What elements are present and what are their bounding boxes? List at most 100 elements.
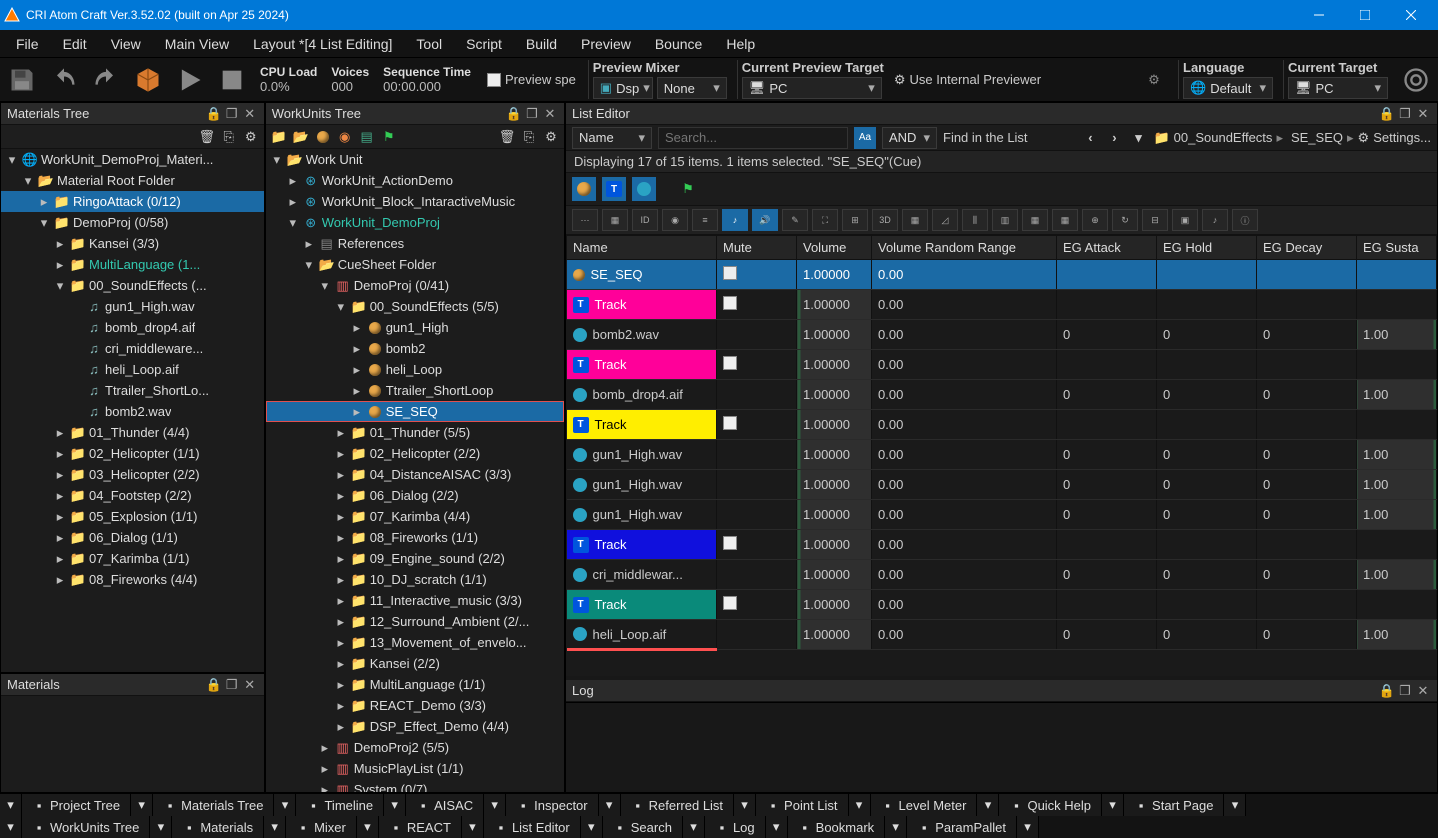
menu-item[interactable]: Preview [569,32,643,56]
tree-row[interactable]: ▸bomb2 [266,338,564,359]
dsp-dropdown[interactable]: ▣Dsp▾ [593,77,653,99]
tab-dropdown[interactable]: ▾ [599,794,621,816]
tree-twisty-icon[interactable]: ▸ [53,551,67,567]
cue-icon[interactable] [314,128,332,146]
mute-checkbox[interactable] [723,266,737,280]
tab-dropdown[interactable]: ▾ [977,794,999,816]
tree-row[interactable]: ▸📁DSP_Effect_Demo (4/4) [266,716,564,737]
tree-twisty-icon[interactable]: ▾ [53,278,67,294]
folder-open-icon[interactable]: 📂 [292,128,310,146]
mute-checkbox[interactable] [723,296,737,310]
tree-row[interactable]: ▾📁DemoProj (0/58) [1,212,264,233]
close-button[interactable] [1388,0,1434,30]
col-btn[interactable]: ✎ [782,209,808,231]
tree-row[interactable]: ▾▥DemoProj (0/41) [266,275,564,296]
copy-icon[interactable]: ⎘ [520,128,538,146]
bottom-tab[interactable]: ▪WorkUnits Tree [22,816,150,838]
table-row[interactable]: gun1_High.wav1.000000.000001.00 [567,500,1437,530]
minimize-button[interactable] [1296,0,1342,30]
close-panel-icon[interactable]: ✕ [242,106,258,122]
tree-twisty-icon[interactable]: ▸ [334,551,348,567]
search-input[interactable] [658,127,848,149]
col-btn[interactable]: ▦ [602,209,628,231]
tree-twisty-icon[interactable]: ▸ [334,488,348,504]
tree-row[interactable]: ♫gun1_High.wav [1,296,264,317]
tree-row[interactable]: ▸⊛WorkUnit_ActionDemo [266,170,564,191]
column-header[interactable]: Volume [797,236,872,260]
tree-row[interactable]: ♫heli_Loop.aif [1,359,264,380]
trash-icon[interactable]: 🗑 [498,128,516,146]
tree-row[interactable]: ▾📂Material Root Folder [1,170,264,191]
window-icon[interactable]: ❐ [1397,106,1413,122]
mute-checkbox[interactable] [723,416,737,430]
list-editor-grid[interactable]: NameMuteVolumeVolume Random RangeEG Atta… [566,235,1437,651]
table-row[interactable]: SE_SEQ1.000000.00 [567,260,1437,290]
bottom-tab[interactable]: ▪Log [705,816,766,838]
col-btn[interactable]: ▦ [1052,209,1078,231]
tree-row[interactable]: ♫bomb_drop4.aif [1,317,264,338]
bottom-tab[interactable]: ▪List Editor [484,816,581,838]
menu-item[interactable]: Edit [51,32,99,56]
tree-twisty-icon[interactable]: ▸ [334,467,348,483]
tree-twisty-icon[interactable]: ▸ [350,362,364,378]
tree-row[interactable]: ▸heli_Loop [266,359,564,380]
tree-row[interactable]: ▸📁01_Thunder (5/5) [266,422,564,443]
table-row[interactable]: gun1_High.wav1.000000.000001.00 [567,470,1437,500]
breadcrumb-item[interactable]: Settings... [1373,130,1431,145]
tree-row[interactable]: ▸Ttrailer_ShortLoop [266,380,564,401]
nav-home-button[interactable]: ▾ [1129,129,1147,147]
package-button[interactable] [130,62,166,98]
column-header[interactable]: Volume Random Range [872,236,1057,260]
column-header[interactable]: EG Attack [1057,236,1157,260]
tree-row[interactable]: ▸📁08_Fireworks (1/1) [266,527,564,548]
tree-twisty-icon[interactable]: ▸ [350,320,364,336]
lock-icon[interactable]: 🔒 [506,106,522,122]
bottom-tab[interactable]: ▪REACT [379,816,462,838]
tree-row[interactable]: ▸📁04_DistanceAISAC (3/3) [266,464,564,485]
lock-icon[interactable]: 🔒 [1379,106,1395,122]
tree-row[interactable]: ♫Ttrailer_ShortLo... [1,380,264,401]
redo-button[interactable] [88,62,124,98]
table-row[interactable]: heli_Loop.aif1.000000.000001.00 [567,620,1437,650]
tree-twisty-icon[interactable]: ▸ [334,593,348,609]
tab-dropdown[interactable]: ▾ [734,794,756,816]
tree-row[interactable]: ▸📁09_Engine_sound (2/2) [266,548,564,569]
menu-item[interactable]: File [4,32,51,56]
window-icon[interactable]: ❐ [524,106,540,122]
tree-twisty-icon[interactable]: ▸ [53,257,67,273]
tab-dropdown[interactable]: ▾ [0,794,22,816]
gear-icon[interactable]: ⚙ [542,128,560,146]
close-panel-icon[interactable]: ✕ [242,677,258,693]
tree-row[interactable]: ▸📁02_Helicopter (2/2) [266,443,564,464]
window-icon[interactable]: ❐ [1397,683,1413,699]
tree-twisty-icon[interactable]: ▸ [286,194,300,210]
tree-twisty-icon[interactable]: ▸ [334,719,348,735]
find-in-list-link[interactable]: Find in the List [943,130,1028,145]
col-btn[interactable]: ◿ [932,209,958,231]
tree-row[interactable]: ▸▥MusicPlayList (1/1) [266,758,564,779]
lock-icon[interactable]: 🔒 [206,677,222,693]
close-panel-icon[interactable]: ✕ [1415,106,1431,122]
col-btn[interactable]: ⊟ [1142,209,1168,231]
col-btn[interactable]: ♪ [1202,209,1228,231]
tree-twisty-icon[interactable]: ▸ [318,761,332,777]
filter-track-icon[interactable]: T [602,177,626,201]
table-row[interactable]: TTrack1.000000.00 [567,590,1437,620]
tree-twisty-icon[interactable]: ▾ [270,152,284,168]
tree-twisty-icon[interactable]: ▸ [350,404,364,420]
col-btn[interactable]: ⊕ [1082,209,1108,231]
bottom-tab[interactable]: ▪Project Tree [22,794,131,816]
col-btn[interactable]: ♪ [722,209,748,231]
filter-cue-icon[interactable] [572,177,596,201]
target-icon-button[interactable] [1398,62,1434,98]
bottom-tab[interactable]: ▪Materials Tree [153,794,274,816]
bottom-tab[interactable]: ▪Inspector [506,794,598,816]
bottom-tab[interactable]: ▪Bookmark [788,816,886,838]
tree-twisty-icon[interactable]: ▸ [53,572,67,588]
col-btn[interactable]: ID [632,209,658,231]
trash-icon[interactable]: 🗑 [198,128,216,146]
tree-row[interactable]: ▸📁03_Helicopter (2/2) [1,464,264,485]
tree-twisty-icon[interactable]: ▸ [334,677,348,693]
use-internal-previewer-label[interactable]: Use Internal Previewer [910,72,1042,87]
tab-dropdown[interactable]: ▾ [357,816,379,838]
